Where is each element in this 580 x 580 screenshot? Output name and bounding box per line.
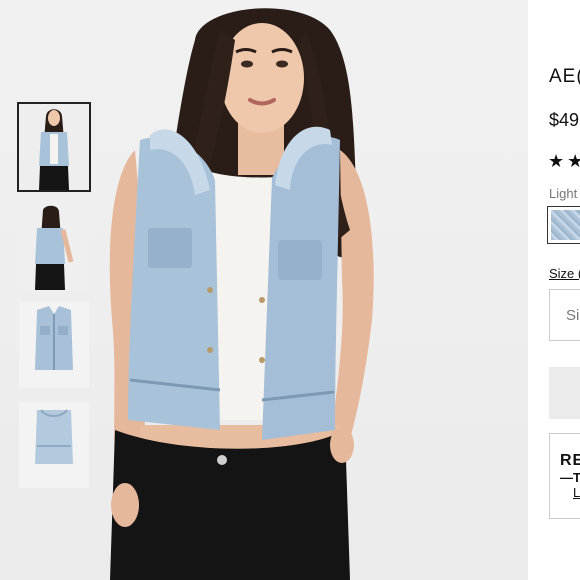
thumbnail-front-on-model[interactable] (17, 102, 91, 192)
rewards-subtitle: —T (560, 470, 580, 485)
rewards-title: RE (560, 452, 580, 469)
product-info-panel: AE( $49 ★★ Light Size ( Si RE —T L (528, 0, 580, 580)
swatch-fill (551, 210, 580, 240)
thumbnail-image (19, 204, 89, 290)
product-title: AE( (549, 66, 580, 87)
color-label: Light (549, 186, 578, 201)
size-select[interactable]: Si (549, 289, 580, 341)
thumbnail-back-flat[interactable] (19, 402, 89, 488)
rating-stars[interactable]: ★★ (548, 151, 580, 172)
rewards-box: RE —T L (549, 433, 580, 519)
size-guide-link[interactable]: Size ( (549, 266, 580, 281)
product-price: $49 (549, 110, 580, 130)
add-to-bag-button[interactable] (549, 367, 580, 419)
thumbnail-image (19, 104, 89, 190)
thumbnail-image (19, 402, 89, 488)
product-main-image[interactable] (0, 0, 528, 580)
thumbnail-back-on-model[interactable] (19, 204, 89, 290)
thumbnail-image (19, 302, 89, 388)
thumbnail-front-flat[interactable] (19, 302, 89, 388)
rewards-link[interactable]: L (573, 485, 580, 500)
color-swatch-light[interactable] (547, 206, 580, 244)
model-photo (109, 8, 374, 580)
